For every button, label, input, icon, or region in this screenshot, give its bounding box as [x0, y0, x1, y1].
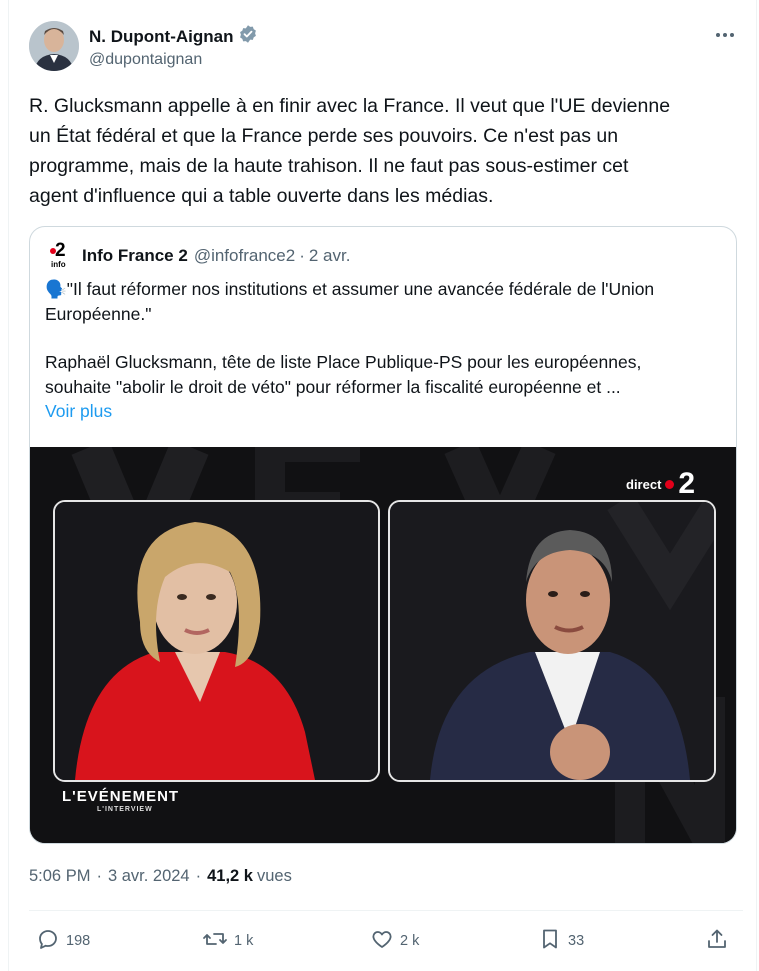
tweet-line: programme, mais de la haute trahison. Il…: [29, 155, 629, 177]
author-name[interactable]: N. Dupont-Aignan: [89, 27, 233, 47]
tweet-line: un État fédéral et que la France perde s…: [29, 125, 619, 147]
quoted-line: Européenne.": [45, 303, 152, 324]
heart-icon: [370, 927, 394, 955]
divider: [29, 910, 743, 911]
quoted-tweet[interactable]: 2 info Info France 2 @infofrance2 · 2 av…: [29, 226, 737, 844]
quoted-text: 🗣️"Il faut réformer nos institutions et …: [45, 277, 725, 424]
repost-count: 1 k: [234, 933, 254, 949]
show-title: L'EVÉNEMENT: [62, 788, 180, 805]
tweet-line: agent d'influence qui a table ouverte da…: [29, 185, 494, 207]
author-avatar[interactable]: [29, 21, 79, 71]
voir-plus-link[interactable]: Voir plus: [45, 399, 725, 424]
reply-icon: [36, 927, 60, 955]
repost-icon: [202, 927, 228, 955]
quoted-line: "Il faut réformer nos institutions et as…: [66, 279, 655, 299]
video-thumbnail[interactable]: direct 2 L'EVÉNEMENT L'INTERVIEW: [30, 447, 736, 843]
like-button[interactable]: 2 k: [370, 927, 419, 955]
timestamp-date[interactable]: 3 avr. 2024: [108, 867, 190, 886]
interviewer-panel: [53, 500, 380, 782]
quoted-line: souhaite "abolir le droit de véto" pour …: [45, 376, 621, 397]
tweet-line: R. Glucksmann appelle à en finir avec la…: [29, 95, 671, 117]
france2-info-logo: 2 info: [50, 240, 66, 269]
repost-button[interactable]: 1 k: [202, 927, 253, 955]
tweet-text: R. Glucksmann appelle à en finir avec la…: [29, 91, 744, 211]
author-handle[interactable]: @dupontaignan: [89, 51, 202, 69]
share-icon: [705, 927, 729, 955]
views-label: vues: [256, 867, 292, 885]
verified-badge-icon: [238, 24, 258, 49]
views-count: 41,2 k: [207, 867, 253, 885]
reply-count: 198: [66, 933, 91, 949]
show-subtitle: L'INTERVIEW: [97, 806, 153, 813]
timestamp-separator: ·: [195, 867, 202, 885]
quoted-date[interactable]: 2 avr.: [309, 246, 351, 266]
timestamp-separator: ·: [96, 867, 102, 885]
guest-panel: [388, 500, 716, 782]
bookmark-count: 33: [568, 933, 585, 949]
more-options-icon[interactable]: [712, 25, 738, 45]
tweet-timestamp: 5:06 PM · 3 avr. 2024 · 41,2 k vues: [29, 867, 292, 886]
quoted-author-name[interactable]: Info France 2: [82, 246, 188, 266]
direct-logo: direct 2: [626, 467, 696, 500]
timestamp-time[interactable]: 5:06 PM: [29, 867, 90, 886]
like-count: 2 k: [400, 933, 420, 949]
quoted-author-handle[interactable]: @infofrance2: [194, 246, 295, 266]
quoted-line: Raphaël Glucksmann, tête de liste Place …: [45, 352, 642, 372]
bookmark-icon: [538, 927, 562, 955]
bookmark-button[interactable]: 33: [538, 927, 584, 955]
share-button[interactable]: [705, 927, 729, 955]
reply-button[interactable]: 198: [36, 927, 90, 955]
meta-separator: ·: [299, 246, 305, 265]
speaking-head-emoji: 🗣️: [45, 279, 67, 299]
